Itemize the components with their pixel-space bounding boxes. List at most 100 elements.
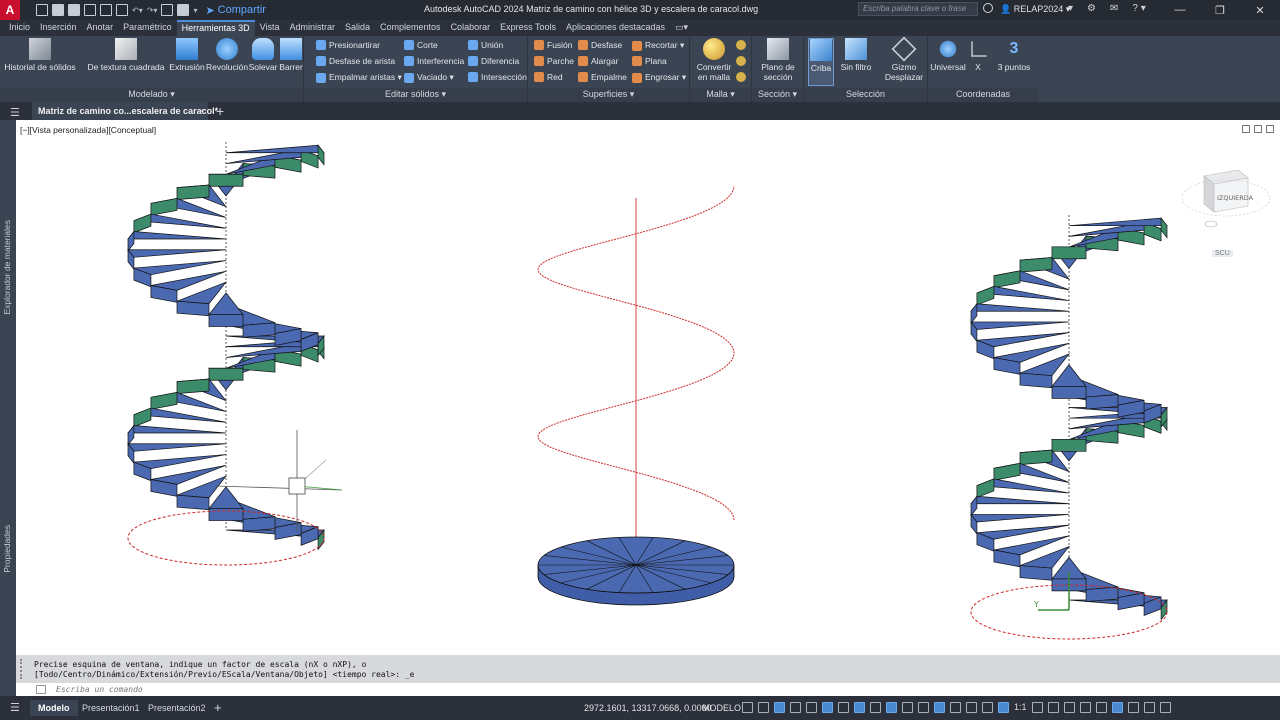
tab-modelo[interactable]: Modelo: [30, 700, 78, 716]
textura-cuadrada-button[interactable]: De textura cuadrada: [86, 38, 166, 72]
fusion-button[interactable]: Fusión: [534, 40, 573, 50]
customization-icon[interactable]: [1159, 702, 1171, 713]
tab-express-tools[interactable]: Express Tools: [495, 20, 561, 36]
tab-salida[interactable]: Salida: [340, 20, 375, 36]
quick-properties-icon[interactable]: [1079, 702, 1091, 713]
clean-screen-icon[interactable]: [1143, 702, 1155, 713]
autocad-logo[interactable]: A: [0, 0, 20, 20]
minimize-icon[interactable]: —: [1160, 0, 1200, 20]
isodraft-icon[interactable]: [822, 702, 833, 713]
viewcube-face-label[interactable]: IZQUIERDA: [1217, 194, 1254, 202]
save-icon[interactable]: [68, 4, 80, 16]
gizmo-icon[interactable]: [966, 702, 977, 713]
revolucion-button[interactable]: Revolución: [206, 38, 248, 72]
osnap-tracking-icon[interactable]: [838, 702, 849, 713]
command-grip-icon[interactable]: [20, 659, 28, 679]
plot-icon[interactable]: [116, 4, 128, 16]
propiedades-palette-tab[interactable]: Propiedades: [2, 525, 12, 573]
add-layout-button[interactable]: +: [206, 700, 230, 716]
redo-icon[interactable]: ↷▾: [147, 6, 158, 15]
close-tab-icon[interactable]: ×: [199, 102, 204, 120]
criba-button[interactable]: Criba: [808, 38, 834, 86]
tab-vista[interactable]: Vista: [255, 20, 285, 36]
snap-icon[interactable]: [758, 702, 769, 713]
barrer-button[interactable]: Barrer: [278, 38, 304, 72]
empalme-button[interactable]: Empalme: [578, 72, 627, 82]
step-disc[interactable]: [537, 536, 735, 606]
maximize-icon[interactable]: ❐: [1200, 0, 1240, 20]
infer-icon[interactable]: [774, 702, 785, 713]
workspace-switch-icon[interactable]: [1031, 702, 1043, 713]
hardware-accel-icon[interactable]: [1127, 702, 1139, 713]
command-input[interactable]: Escriba un comando: [16, 683, 1280, 696]
spiral-staircase-right[interactable]: [970, 215, 1168, 621]
transfer-icon[interactable]: ✉: [1110, 3, 1118, 14]
new-tab-button[interactable]: +: [216, 102, 224, 120]
engrosar-button[interactable]: Engrosar ▾: [632, 72, 686, 83]
panel-label-superficies[interactable]: Superficies ▾: [528, 88, 689, 102]
panel-label-coordenadas[interactable]: Coordenadas: [928, 88, 1038, 102]
polar-icon[interactable]: [806, 702, 817, 713]
open-file-icon[interactable]: [52, 4, 64, 16]
panel-label-editar[interactable]: Editar sólidos ▾: [304, 88, 527, 102]
plana-button[interactable]: Plana: [632, 56, 667, 66]
grid-icon[interactable]: [742, 702, 753, 713]
undo-icon[interactable]: ↶▾: [132, 6, 143, 15]
ucs-3-puntos-button[interactable]: 3 3 puntos: [992, 38, 1036, 72]
transparency-icon[interactable]: [886, 702, 897, 713]
search-input[interactable]: Escriba palabra clave o frase: [858, 2, 978, 16]
help-icon[interactable]: ? ▾: [1132, 3, 1145, 14]
tab-herramientas-3d[interactable]: Herramientas 3D: [176, 20, 255, 36]
menu-icon[interactable]: ☰: [10, 106, 20, 119]
parche-button[interactable]: Parche: [534, 56, 574, 66]
viewcube[interactable]: IZQUIERDA: [1181, 169, 1271, 228]
close-icon[interactable]: ✕: [1240, 0, 1280, 20]
red-button[interactable]: Red: [534, 72, 563, 82]
cart-icon[interactable]: ▾: [1068, 3, 1073, 14]
ribbon-toggle-icon[interactable]: ▭▾: [670, 20, 693, 36]
diferencia-button[interactable]: Diferencia: [468, 56, 519, 66]
tab-complementos[interactable]: Complementos: [375, 20, 446, 36]
selection-cycling-icon[interactable]: [902, 702, 913, 713]
web-mobile-icon[interactable]: [100, 4, 112, 16]
tab-presentacion2[interactable]: Presentación2: [140, 700, 214, 716]
solevar-button[interactable]: Solevar: [248, 38, 278, 72]
command-recent-icon[interactable]: [36, 685, 46, 694]
dynamic-ucs-icon[interactable]: [934, 702, 945, 713]
tab-insercion[interactable]: Inserción: [35, 20, 82, 36]
historial-solidos-button[interactable]: Historial de sólidos: [4, 38, 76, 72]
units-icon[interactable]: [1063, 702, 1075, 713]
annotation-visibility-icon[interactable]: [982, 702, 993, 713]
plano-seccion-button[interactable]: Plano de sección: [756, 38, 800, 82]
sin-filtro-button[interactable]: Sin filtro: [838, 38, 874, 72]
ucs-x-button[interactable]: X: [968, 38, 988, 72]
mesh-tool-2-button[interactable]: [736, 56, 746, 66]
desfase-arista-button[interactable]: Desfase de arista: [316, 56, 395, 66]
presionartirar-button[interactable]: Presionartirar: [316, 40, 380, 50]
desfase-button[interactable]: Desfase: [578, 40, 622, 50]
layer-icon[interactable]: [177, 4, 190, 16]
panel-label-modelado[interactable]: Modelado ▾: [0, 88, 303, 102]
vaciado-button[interactable]: Vaciado ▾: [404, 72, 454, 83]
mesh-tool-3-button[interactable]: [736, 72, 746, 82]
tab-parametrico[interactable]: Paramétrico: [118, 20, 177, 36]
tab-aplicaciones[interactable]: Aplicaciones destacadas: [561, 20, 670, 36]
union-button[interactable]: Unión: [468, 40, 503, 50]
materiales-palette-tab[interactable]: Explorador de materiales: [2, 220, 12, 315]
share-button[interactable]: ➤ Compartir: [205, 4, 266, 17]
osnap-icon[interactable]: [854, 702, 865, 713]
status-menu-icon[interactable]: ☰: [10, 701, 20, 714]
alargar-button[interactable]: Alargar: [578, 56, 618, 66]
exchange-icon[interactable]: ⚙: [1087, 3, 1096, 14]
ucs-menu-button[interactable]: SCU: [1212, 250, 1233, 257]
user-account[interactable]: 👤 RELAP2024 ▾: [1000, 4, 1070, 15]
tab-colaborar[interactable]: Colaborar: [446, 20, 496, 36]
gizmo-desplazar-button[interactable]: Gizmo Desplazar: [882, 36, 926, 82]
isolate-objects-icon[interactable]: [1111, 702, 1123, 713]
ortho-icon[interactable]: [790, 702, 801, 713]
tab-inicio[interactable]: Inicio: [4, 20, 35, 36]
coordinate-readout[interactable]: 2972.1601, 13317.0668, 0.0000: [584, 700, 712, 716]
tab-administrar[interactable]: Administrar: [284, 20, 340, 36]
panel-label-seleccion[interactable]: Selección: [804, 88, 927, 102]
auto-scale-icon[interactable]: [998, 702, 1009, 713]
